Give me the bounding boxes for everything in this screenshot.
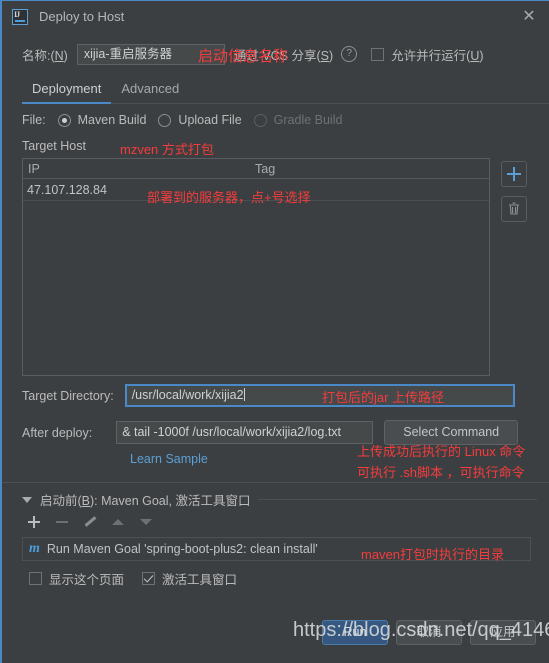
maven-icon: m [29,541,40,556]
text-caret [243,388,245,401]
before-launch-toolbar [26,514,154,530]
target-host-label: Target Host [22,139,86,153]
annotation-mzven: mzven 方式打包 [120,142,214,157]
tab-advanced[interactable]: Advanced [111,79,189,102]
delete-host-button[interactable] [501,196,527,222]
tab-deployment[interactable]: Deployment [22,79,111,102]
show-page-checkbox[interactable] [29,572,42,585]
task-label: Run Maven Goal 'spring-boot-plus2: clean… [46,542,318,556]
annotation-name: 启动信息名称 [198,48,289,65]
file-label: File: [22,113,46,127]
radio-gradle-build-icon [253,113,267,127]
section-divider [2,482,549,483]
allow-parallel-checkbox[interactable] [371,47,385,61]
before-launch-header[interactable]: 启动前(B): Maven Goal, 激活工具窗口 [22,490,537,509]
intellij-idea-icon [12,8,28,25]
radio-maven-build[interactable]: Maven Build [57,113,147,127]
radio-maven-build-label: Maven Build [77,113,147,127]
close-icon[interactable]: ✕ [520,8,538,26]
file-type-row: File: Maven Build Upload File Gradle Bui… [22,113,342,127]
target-directory-label: Target Directory: [22,388,114,403]
window-title: Deploy to Host [39,9,125,24]
cancel-button[interactable]: 取消 [396,620,462,645]
before-launch-title: 启动前(B): Maven Goal, 激活工具窗口 [40,494,251,508]
annotation-jar-path: 打包后的jar 上传路径 [322,390,445,405]
activate-tool-window-checkbox[interactable] [142,572,156,585]
radio-gradle-build-label: Gradle Build [273,113,343,127]
deploy-to-host-dialog: Deploy to Host ✕ 名称:(N) xijia-重启服务器 通过 V… [0,0,549,663]
radio-maven-build-icon [57,113,71,127]
radio-gradle-build: Gradle Build [253,113,343,127]
tab-divider [111,103,549,104]
help-icon[interactable]: ? [341,46,358,62]
table-cell-ip: 47.107.128.84 [27,182,107,197]
radio-upload-file[interactable]: Upload File [158,113,242,127]
title-bar: Deploy to Host ✕ [2,1,549,32]
activate-tool-window-label: 激活工具窗口 [162,573,238,587]
apply-button[interactable]: 应用 [470,620,536,645]
radio-upload-file-icon [158,113,172,127]
annotation-linux-command: 上传成功后执行的 Linux 命令 [357,444,526,459]
tab-active-indicator [22,102,111,104]
move-down-icon [138,514,154,530]
column-header-ip: IP [28,161,40,176]
add-task-icon[interactable] [26,514,42,530]
run-button[interactable]: Run [322,620,388,645]
allow-parallel-label: 允许并行运行(U) [391,48,484,63]
add-host-button[interactable] [501,161,527,187]
edit-task-icon [82,514,98,530]
after-deploy-input[interactable]: & tail -1000f /usr/local/work/xijia2/log… [116,421,374,444]
radio-upload-file-label: Upload File [178,113,242,127]
before-launch-options: 显示这个页面 激活工具窗口 [29,569,237,588]
learn-sample-link[interactable]: Learn Sample [130,452,208,466]
name-label: 名称:(N) [22,48,68,63]
before-launch-rule [258,499,537,500]
move-up-icon [110,514,126,530]
remove-task-icon [54,514,70,530]
annotation-server: 部署到的服务器，点+号选择 [147,190,311,205]
annotation-shell-script: 可执行 .sh脚本 ，可执行命令 [357,465,525,480]
trash-icon [509,202,519,215]
dialog-button-bar: Run 取消 应用 [322,620,536,645]
after-deploy-label: After deploy: [22,425,93,440]
plus-icon [507,167,521,181]
column-header-tag: Tag [255,161,276,176]
target-directory-input[interactable]: /usr/local/work/xijia2 [124,384,515,407]
show-page-label: 显示这个页面 [49,573,125,587]
chevron-down-icon[interactable] [22,496,32,503]
target-directory-value: /usr/local/work/xijia2 [131,388,244,402]
table-header: IP Tag [23,159,489,179]
annotation-maven-dir: maven打包时执行的目录 [361,547,505,562]
